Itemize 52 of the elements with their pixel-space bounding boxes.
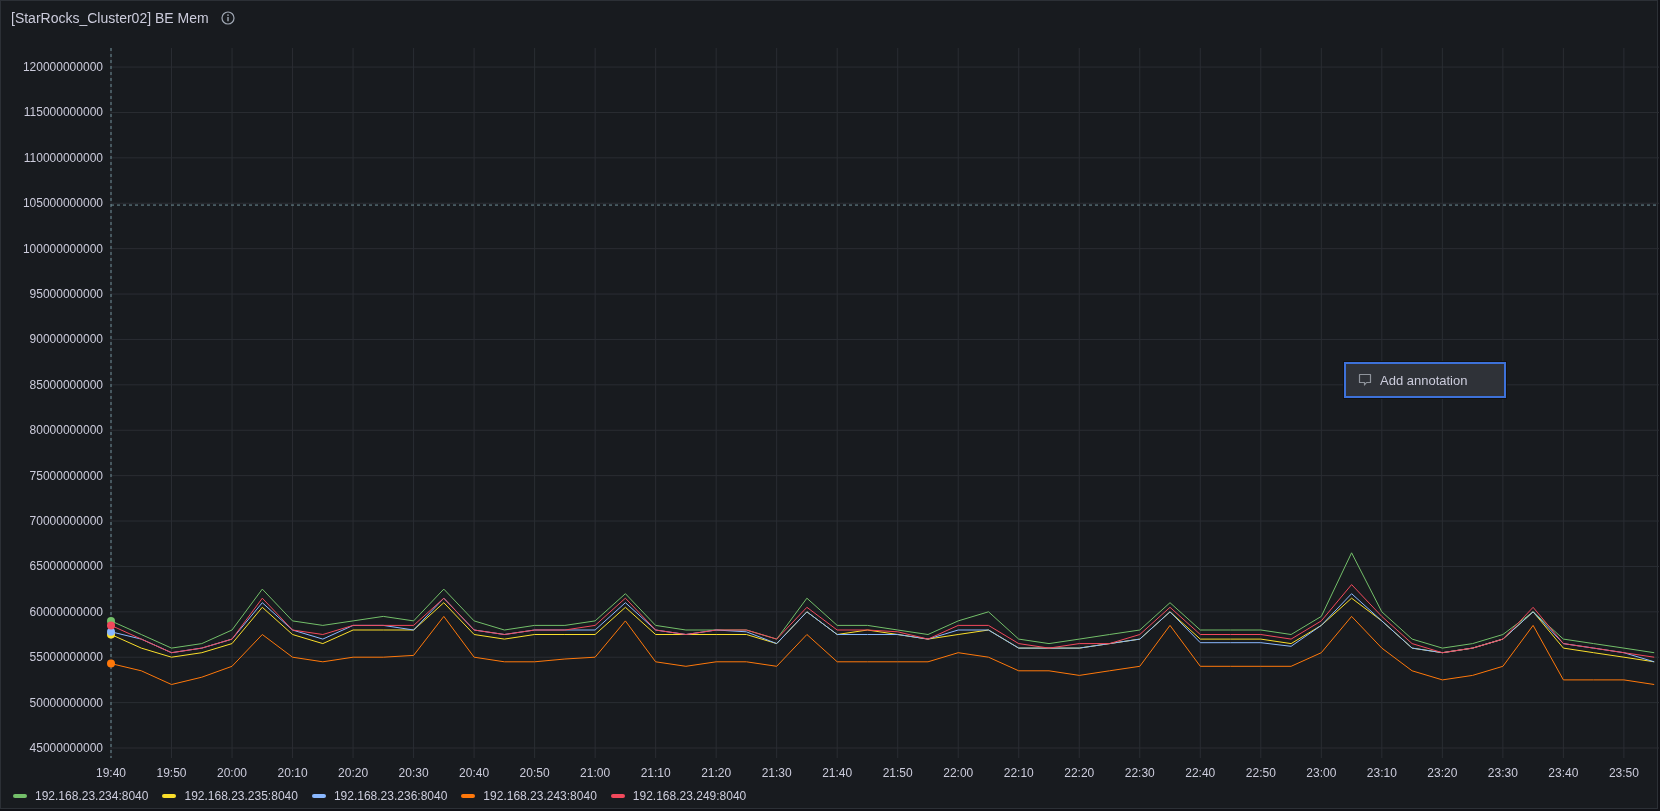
- x-axis-label: 20:50: [519, 766, 550, 780]
- x-axis-label: 22:10: [1003, 766, 1034, 780]
- x-axis-label: 20:00: [217, 766, 248, 780]
- legend-label[interactable]: 192.168.23.249:8040: [632, 789, 747, 803]
- x-axis-label: 21:50: [882, 766, 913, 780]
- x-axis-label: 23:50: [1608, 766, 1639, 780]
- y-axis-label: 110000000000: [23, 150, 103, 165]
- legend-label[interactable]: 192.168.23.243:8040: [483, 789, 597, 803]
- x-axis-label: 21:20: [701, 766, 732, 780]
- y-axis-label: 90000000000: [29, 332, 103, 347]
- y-axis-label: 70000000000: [29, 514, 103, 529]
- y-axis-label: 55000000000: [29, 650, 103, 665]
- x-axis-label: 21:10: [640, 766, 671, 780]
- x-axis-label: 20:40: [459, 766, 490, 780]
- x-axis-label: 23:20: [1427, 766, 1458, 780]
- x-axis-label: 22:50: [1245, 766, 1276, 780]
- x-axis-label: 23:40: [1548, 766, 1579, 780]
- x-axis-label: 19:50: [156, 766, 187, 780]
- x-axis-label: 20:30: [398, 766, 429, 780]
- legend-label[interactable]: 192.168.23.236:8040: [333, 789, 448, 803]
- legend-label[interactable]: 192.168.23.235:8040: [184, 789, 298, 803]
- info-icon[interactable]: [220, 10, 235, 25]
- y-axis-label: 95000000000: [29, 287, 103, 302]
- legend-label[interactable]: 192.168.23.234:8040: [35, 789, 149, 803]
- y-axis-label: 45000000000: [29, 741, 103, 755]
- y-axis-label: 120000000000: [22, 60, 103, 75]
- y-axis-label: 85000000000: [29, 377, 103, 392]
- x-axis-label: 21:30: [761, 766, 792, 780]
- x-axis-label: 21:40: [822, 766, 853, 780]
- x-axis-label: 21:00: [580, 766, 611, 780]
- comment-icon: [1358, 373, 1372, 387]
- x-axis-label: 22:20: [1064, 766, 1095, 780]
- x-axis-label: 22:30: [1124, 766, 1155, 780]
- y-axis-label: 50000000000: [29, 695, 103, 710]
- y-axis-label: 100000000000: [22, 241, 103, 256]
- y-axis-label: 60000000000: [29, 604, 103, 619]
- x-axis-label: 20:20: [338, 766, 369, 780]
- y-axis-label: 80000000000: [29, 423, 103, 438]
- x-axis-label: 23:00: [1306, 766, 1337, 780]
- x-axis-label: 22:00: [943, 766, 974, 780]
- panel-title: [StarRocks_Cluster02] BE Mem: [11, 9, 209, 26]
- hover-point: [107, 659, 115, 668]
- x-axis-label: 23:30: [1487, 766, 1518, 780]
- add-annotation-button[interactable]: Add annotation: [1344, 362, 1506, 398]
- y-axis-label: 75000000000: [29, 468, 103, 483]
- y-axis-label: 65000000000: [29, 559, 103, 574]
- x-axis-label: 20:10: [277, 766, 308, 780]
- x-axis-label: 19:40: [96, 766, 126, 780]
- y-axis-label: 105000000000: [22, 196, 103, 211]
- y-axis-label: 115000000000: [23, 105, 103, 120]
- x-axis-label: 23:10: [1366, 766, 1397, 780]
- x-axis-label: 22:40: [1185, 766, 1216, 780]
